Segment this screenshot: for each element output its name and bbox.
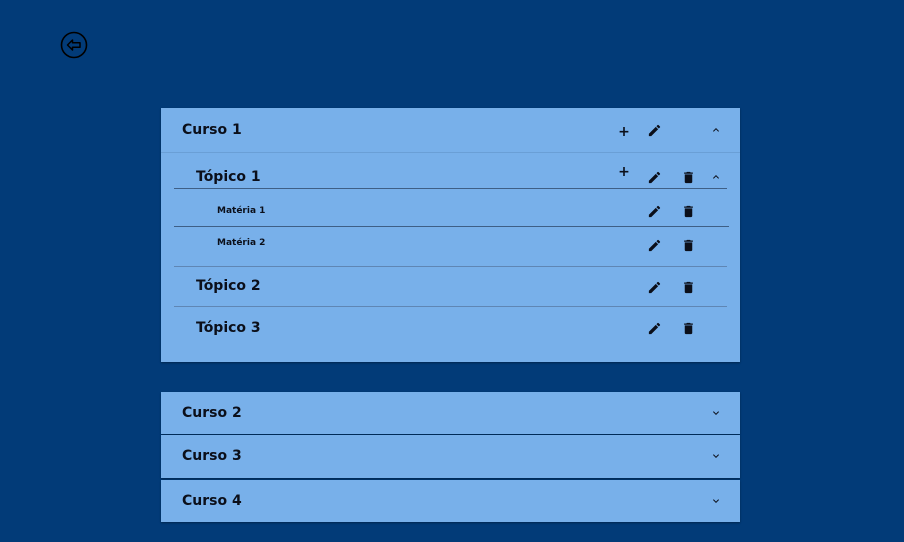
topic-title: Tópico 3 [196,320,261,336]
chevron-up-icon [713,175,719,179]
edit-topic-button[interactable] [645,168,663,186]
edit-topic-button[interactable] [645,278,663,296]
collapse-course-button[interactable] [709,123,723,137]
delete-topic-button[interactable] [679,278,697,296]
expand-course-button[interactable] [709,406,723,420]
course-title: Curso 3 [182,448,242,464]
collapse-topic-button[interactable] [709,170,723,184]
subject-divider [174,226,729,227]
topic-title: Tópico 2 [196,278,261,294]
topic-divider [174,188,727,189]
pencil-icon [648,239,660,251]
chevron-up-icon [713,128,719,132]
chevron-down-icon [713,454,719,458]
course-panel-3[interactable]: Curso 3 [161,435,740,478]
pencil-icon [648,205,660,217]
trash-icon [683,281,693,293]
course-header-1[interactable]: Curso 1 + [161,108,740,152]
pencil-icon [648,281,660,293]
topic-divider [174,306,727,307]
trash-icon [683,205,693,217]
edit-course-button[interactable] [645,121,663,139]
pencil-icon [648,124,660,136]
chevron-down-icon [713,499,719,503]
course-panel-4[interactable]: Curso 4 [161,480,740,522]
topic-row-3[interactable]: Tópico 3 [161,313,740,343]
trash-icon [683,171,693,183]
subject-title: Matéria 2 [217,238,266,248]
topic-title: Tópico 1 [196,169,261,185]
subject-title: Matéria 1 [217,206,266,216]
course-title: Curso 4 [182,493,242,509]
add-subject-button[interactable]: + [617,165,631,179]
subject-row-2[interactable]: Matéria 2 [161,230,740,256]
trash-icon [683,322,693,334]
pencil-icon [648,171,660,183]
add-topic-button[interactable]: + [617,125,631,139]
subject-row-1[interactable]: Matéria 1 [161,198,740,224]
course-title: Curso 2 [182,405,242,421]
topic-row-1[interactable]: Tópico 1 + [161,163,740,189]
expand-course-button[interactable] [709,494,723,508]
topic-row-2[interactable]: Tópico 2 [161,271,740,301]
edit-topic-button[interactable] [645,319,663,337]
course-title: Curso 1 [182,122,242,138]
course-panel-2[interactable]: Curso 2 [161,392,740,434]
delete-topic-button[interactable] [679,319,697,337]
chevron-down-icon [713,411,719,415]
course-header-divider [161,152,740,153]
edit-subject-button[interactable] [645,236,663,254]
arrow-left-circle-icon [60,31,88,59]
edit-subject-button[interactable] [645,202,663,220]
delete-subject-button[interactable] [679,202,697,220]
topic-divider [174,266,727,267]
back-button[interactable] [60,31,88,59]
delete-topic-button[interactable] [679,168,697,186]
course-panel-1: Curso 1 + Tópico 1 + Matéria 1 Matéria 2… [161,108,740,362]
expand-course-button[interactable] [709,449,723,463]
delete-subject-button[interactable] [679,236,697,254]
trash-icon [683,239,693,251]
pencil-icon [648,322,660,334]
